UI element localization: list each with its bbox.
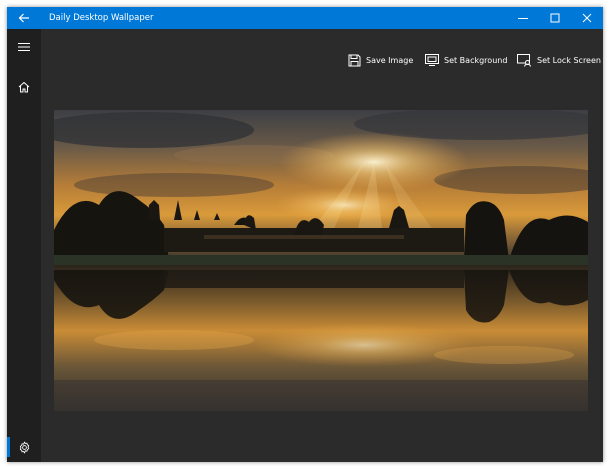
minimize-icon bbox=[518, 18, 528, 19]
minimize-button[interactable] bbox=[507, 7, 539, 29]
save-image-label: Save Image bbox=[366, 55, 414, 65]
save-image-button[interactable]: Save Image bbox=[348, 51, 413, 69]
maximize-icon bbox=[550, 13, 560, 23]
title-bar: Daily Desktop Wallpaper bbox=[7, 7, 603, 29]
hamburger-menu-button[interactable] bbox=[7, 32, 41, 62]
set-lock-screen-button[interactable]: Set Lock Screen bbox=[517, 51, 601, 69]
back-arrow-icon bbox=[18, 13, 29, 23]
selection-indicator bbox=[7, 437, 10, 457]
app-window: Daily Desktop Wallpaper Save Image Set B… bbox=[7, 7, 603, 462]
window-title: Daily Desktop Wallpaper bbox=[49, 13, 154, 23]
set-background-label: Set Background bbox=[444, 55, 508, 65]
hamburger-icon bbox=[18, 43, 30, 51]
wallpaper-image bbox=[54, 110, 588, 411]
nav-sidebar bbox=[7, 29, 41, 462]
sidebar-item-home[interactable] bbox=[7, 72, 41, 102]
gear-icon bbox=[19, 441, 29, 453]
close-icon bbox=[582, 13, 592, 23]
close-button[interactable] bbox=[571, 7, 603, 29]
home-icon bbox=[18, 82, 30, 93]
main-content: Save Image Set Background Set Lock Scree… bbox=[41, 29, 603, 462]
set-background-button[interactable]: Set Background bbox=[425, 51, 507, 69]
lock-screen-icon bbox=[517, 53, 531, 67]
sidebar-item-settings[interactable] bbox=[7, 432, 41, 462]
set-background-icon bbox=[425, 54, 439, 66]
back-button[interactable] bbox=[7, 7, 41, 29]
maximize-button[interactable] bbox=[539, 7, 571, 29]
save-icon bbox=[348, 54, 361, 66]
set-lock-screen-label: Set Lock Screen bbox=[537, 55, 601, 65]
